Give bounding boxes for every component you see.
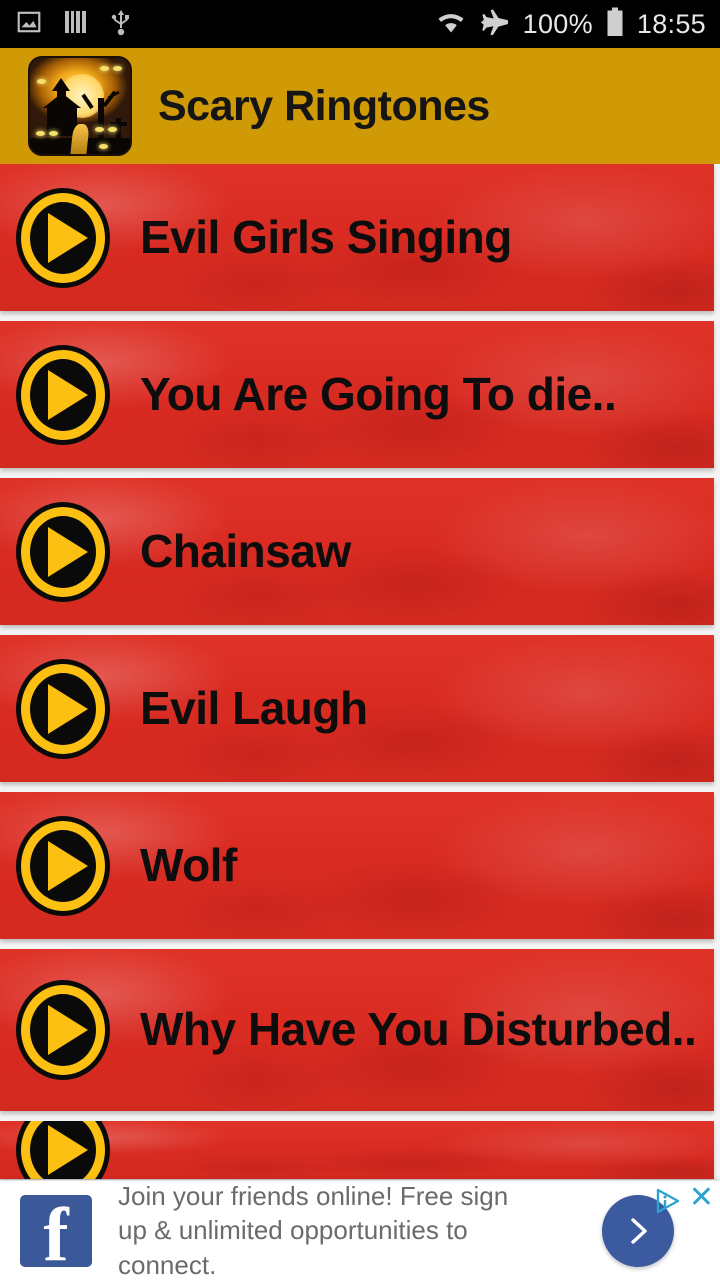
list-item[interactable]: Evil Laugh [0,635,714,782]
list-item-label: You Are Going To die.. [140,367,617,420]
play-icon[interactable] [16,815,110,916]
play-icon[interactable] [16,501,110,602]
list-item[interactable]: Wolf [0,792,714,939]
ad-close-icon[interactable]: ✕ [689,1183,714,1213]
adchoices-icon[interactable] [654,1187,684,1222]
status-bar-left-icons [16,8,132,41]
wifi-icon [435,9,467,40]
app-header: Scary Ringtones [0,48,720,164]
ad-banner[interactable]: f Join your friends online! Free sign up… [0,1180,720,1280]
facebook-logo-letter: f [43,1192,69,1277]
play-icon[interactable] [16,187,110,288]
battery-percent-label: 100% [522,8,593,39]
image-icon [16,9,42,40]
list-item-label: Chainsaw [140,524,351,577]
facebook-logo-icon: f [20,1194,92,1273]
clock-label: 18:55 [636,8,706,39]
play-icon[interactable] [16,658,110,759]
list-item[interactable]: Evil Girls Singing [0,164,714,311]
list-item-label: Evil Laugh [140,681,368,734]
list-item-label: Why Have You Disturbed.. [140,1003,697,1056]
app-logo-haunted-house-icon [28,56,132,156]
play-icon[interactable] [16,980,110,1080]
play-icon[interactable] [16,1121,110,1179]
chevron-right-icon [631,1217,647,1244]
battery-icon [606,7,624,42]
page-title: Scary Ringtones [158,81,490,130]
status-bar-right-icons: 100% 18:55 [435,7,706,42]
bars-icon [64,9,88,40]
airplane-icon [480,8,510,41]
status-bar: 100% 18:55 [0,0,720,48]
usb-icon [110,8,132,41]
ringtone-list[interactable]: Evil Girls Singing You Are Going To die.… [0,164,720,1188]
list-item[interactable] [0,1121,714,1179]
app-screen: 100% 18:55 Scary Ringtones Evil Girls Si… [0,0,720,1280]
list-item-label: Evil Girls Singing [140,210,512,263]
list-item[interactable]: Chainsaw [0,478,714,625]
ad-text: Join your friends online! Free sign up &… [118,1181,509,1280]
list-item[interactable]: You Are Going To die.. [0,321,714,468]
list-item[interactable]: Why Have You Disturbed.. [0,949,714,1111]
play-icon[interactable] [16,344,110,445]
list-item-label: Wolf [140,838,237,891]
